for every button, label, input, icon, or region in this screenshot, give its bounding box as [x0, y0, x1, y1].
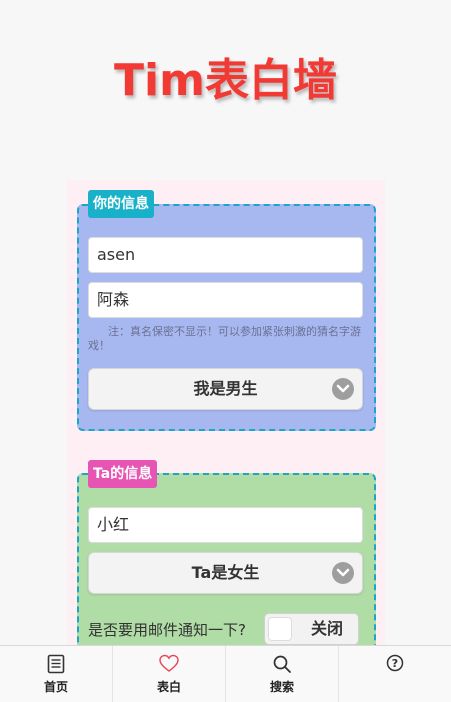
tab-confess-label: 表白: [156, 680, 181, 694]
tab-search-label: 搜索: [269, 680, 294, 694]
bottom-tabbar: 首页 表白 搜索 ?: [0, 645, 451, 702]
help-icon: ?: [385, 654, 405, 678]
your-gender-value: 我是男生: [193, 379, 258, 398]
your-nickname-input[interactable]: 阿森: [88, 282, 363, 318]
ta-gender-select[interactable]: Ta是女生: [88, 552, 363, 594]
your-info-badge: 你的信息: [88, 190, 154, 218]
heart-icon: [158, 654, 180, 678]
mail-notify-label: 是否要用邮件通知一下?: [88, 621, 246, 639]
ta-name-input[interactable]: 小红: [88, 507, 363, 543]
tab-help[interactable]: ?: [339, 646, 451, 702]
tab-search[interactable]: 搜索: [226, 646, 339, 702]
tab-confess[interactable]: 表白: [113, 646, 226, 702]
mail-notify-toggle[interactable]: 关闭: [264, 613, 359, 645]
tab-home-label: 首页: [43, 680, 68, 694]
tab-home[interactable]: 首页: [0, 646, 113, 702]
document-icon: [46, 654, 66, 678]
ta-info-badge: Ta的信息: [88, 460, 158, 488]
ta-gender-value: Ta是女生: [191, 563, 260, 582]
search-icon: [272, 654, 292, 678]
your-email-input[interactable]: asen: [88, 237, 363, 273]
chevron-down-icon: [332, 562, 354, 584]
note-text: 注：真名保密不显示！可以参加紧张刺激的猜名字游戏！: [88, 325, 361, 352]
toggle-label: 关闭: [311, 619, 344, 638]
page-title: Tim表白墙: [114, 55, 337, 106]
chevron-down-icon: [332, 378, 354, 400]
your-gender-select[interactable]: 我是男生: [88, 368, 363, 410]
toggle-knob: [268, 617, 292, 641]
svg-text:?: ?: [392, 657, 398, 670]
